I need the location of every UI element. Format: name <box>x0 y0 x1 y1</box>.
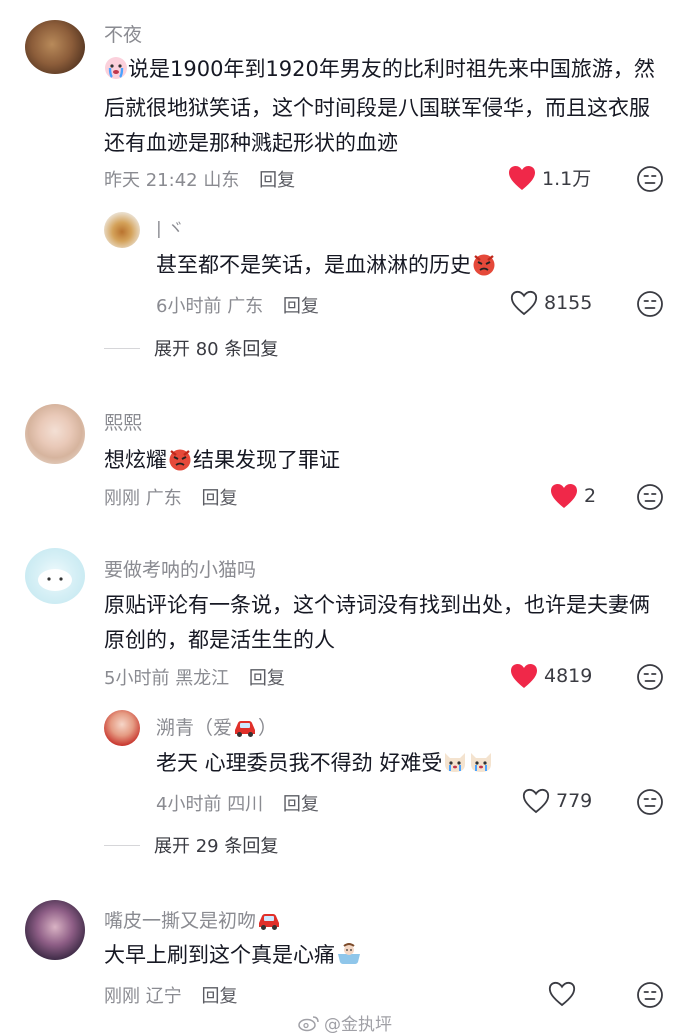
heart-filled-icon <box>511 664 537 688</box>
avatar-reply-2[interactable] <box>104 710 140 746</box>
dislike-face-icon[interactable] <box>636 981 664 1009</box>
angry-emoji-icon <box>471 252 497 287</box>
comment-3-text: 原贴评论有一条说，这个诗词没有找到出处，也许是夫妻俩原创的，都是活生生的人 <box>104 593 650 652</box>
expand-replies-button-2[interactable]: 展开 29 条回复 <box>104 832 278 858</box>
heart-outline-icon <box>522 788 550 814</box>
comment-1-like-count: 1.1万 <box>542 168 592 190</box>
comment-2-location: 广东 <box>145 488 182 509</box>
avatar-comment-4[interactable] <box>25 900 85 960</box>
reply-2-time: 4小时前 <box>156 794 222 815</box>
heart-outline-icon <box>548 981 576 1007</box>
reply-2-username-suffix: ） <box>258 717 278 739</box>
reply-2-reply-button[interactable]: 回复 <box>283 794 319 815</box>
watermark: @金执坪 <box>298 1010 392 1035</box>
reply-1-like-button[interactable]: 8155 <box>510 290 592 316</box>
dislike-face-icon[interactable] <box>636 483 664 511</box>
comment-4-reply-button[interactable]: 回复 <box>201 986 237 1007</box>
comment-3-time: 5小时前 <box>104 668 170 689</box>
reply-1-reply-button[interactable]: 回复 <box>283 296 319 317</box>
expand-divider <box>104 347 140 349</box>
reply-2-text: 老天 心理委员我不得劲 好难受 <box>156 746 646 785</box>
reply-1-like-count: 8155 <box>544 292 593 314</box>
weibo-logo-icon <box>298 1015 319 1031</box>
car-emoji-icon <box>256 911 282 936</box>
reply-2-location: 四川 <box>227 794 264 815</box>
bath-emoji-icon <box>335 942 363 977</box>
avatar-reply-1[interactable] <box>104 212 140 248</box>
angry-emoji-icon <box>167 447 193 482</box>
dislike-face-icon[interactable] <box>636 663 664 691</box>
reply-2-username-text: 溯青（爱 <box>156 717 233 739</box>
comment-4-location: 辽宁 <box>145 986 182 1007</box>
comment-2-username[interactable]: 熙熙 <box>104 408 142 435</box>
reply-2-like-button[interactable]: 779 <box>522 788 592 814</box>
comment-2-like-count: 2 <box>584 485 597 507</box>
reply-1-location: 广东 <box>227 296 264 317</box>
comment-2-time: 刚刚 <box>104 488 140 509</box>
crying-emoji-icon <box>104 56 128 91</box>
watermark-text: @金执坪 <box>324 1015 392 1035</box>
comment-3-like-button[interactable]: 4819 <box>510 663 592 689</box>
comment-3-meta: 5小时前 黑龙江 回复 <box>104 664 285 690</box>
reply-2-like-count: 779 <box>556 790 593 812</box>
expand-replies-label-1: 展开 80 条回复 <box>154 339 279 360</box>
comment-1-meta: 昨天 21:42 山东 回复 <box>104 166 295 192</box>
heart-filled-icon <box>509 165 535 190</box>
reply-1-text: 甚至都不是笑话，是血淋淋的历史 <box>156 248 636 287</box>
dislike-face-icon[interactable] <box>636 290 664 318</box>
comment-2-text-after: 结果发现了罪证 <box>193 448 340 472</box>
expand-divider <box>104 844 140 846</box>
comment-3-username[interactable]: 要做考呐的小猫吗 <box>104 555 256 582</box>
dislike-face-icon[interactable] <box>636 165 664 193</box>
expand-replies-button-1[interactable]: 展开 80 条回复 <box>104 335 278 361</box>
reply-2-text-content: 老天 心理委员我不得劲 好难受 <box>156 751 443 775</box>
reply-2-meta: 4小时前 四川 回复 <box>156 790 319 816</box>
reply-1-text-content: 甚至都不是笑话，是血淋淋的历史 <box>156 253 471 277</box>
comment-1-text-content: 说是1900年到1920年男友的比利时祖先来中国旅游，然后就很地狱笑话，这个时间… <box>104 57 655 155</box>
expand-replies-label-2: 展开 29 条回复 <box>154 836 279 857</box>
avatar-comment-3[interactable] <box>25 548 85 604</box>
dog-crying-emoji-icon <box>468 750 494 785</box>
comment-4-username[interactable]: 嘴皮一撕又是初吻 <box>104 906 282 936</box>
comment-4-username-text: 嘴皮一撕又是初吻 <box>104 910 257 932</box>
heart-outline-icon <box>510 290 538 316</box>
comment-4-time: 刚刚 <box>104 986 140 1007</box>
dog-crying-emoji-icon <box>442 750 468 785</box>
comment-4-text-content: 大早上刷到这个真是心痛 <box>104 943 335 967</box>
comment-1-reply-button[interactable]: 回复 <box>259 170 295 191</box>
avatar-comment-1[interactable] <box>25 20 85 74</box>
comment-2-meta: 刚刚 广东 回复 <box>104 484 237 510</box>
comment-1-username[interactable]: 不夜 <box>104 20 142 47</box>
comment-2-text-before: 想炫耀 <box>104 448 167 472</box>
comment-2-reply-button[interactable]: 回复 <box>201 488 237 509</box>
reply-1-username[interactable]: | ヾ <box>156 214 184 239</box>
comment-2-text: 想炫耀 结果发现了罪证 <box>104 443 659 482</box>
comment-4-like-button[interactable] <box>548 981 582 1007</box>
reply-1-time: 6小时前 <box>156 296 222 317</box>
comment-3-like-count: 4819 <box>544 665 593 687</box>
reply-1-meta: 6小时前 广东 回复 <box>156 292 319 318</box>
comment-1-like-button[interactable]: 1.1万 <box>508 164 591 191</box>
dislike-face-icon[interactable] <box>636 788 664 816</box>
cat-avatar-icon <box>38 569 72 591</box>
comment-3-location: 黑龙江 <box>175 668 230 689</box>
comment-4-text: 大早上刷到这个真是心痛 <box>104 938 659 977</box>
comment-3-reply-button[interactable]: 回复 <box>249 668 285 689</box>
comment-1-time: 昨天 21:42 <box>104 170 198 191</box>
comment-1-location: 山东 <box>203 170 240 191</box>
avatar-comment-2[interactable] <box>25 404 85 464</box>
reply-2-username[interactable]: 溯青（爱 ） <box>156 713 277 743</box>
comment-4-meta: 刚刚 辽宁 回复 <box>104 982 237 1008</box>
comment-1-text: 说是1900年到1920年男友的比利时祖先来中国旅游，然后就很地狱笑话，这个时间… <box>104 52 659 161</box>
comment-2-like-button[interactable]: 2 <box>550 483 596 509</box>
heart-filled-icon <box>551 484 577 508</box>
car-emoji-icon <box>232 718 258 743</box>
